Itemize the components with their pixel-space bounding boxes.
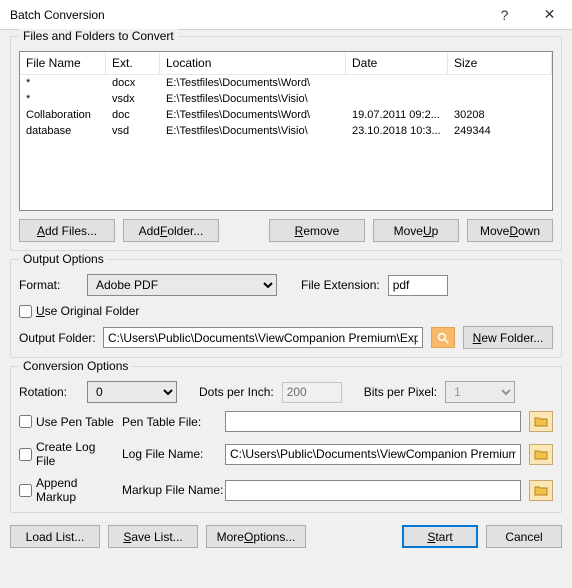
- new-folder-button[interactable]: New Folder...: [463, 326, 553, 349]
- create-log-checkbox[interactable]: Create Log File: [19, 440, 114, 468]
- more-options-button[interactable]: More Options...: [206, 525, 306, 548]
- titlebar: Batch Conversion ? ✕: [0, 0, 572, 30]
- pen-table-file-label: Pen Table File:: [122, 415, 217, 429]
- dpi-input: [282, 382, 342, 403]
- format-label: Format:: [19, 278, 79, 292]
- conversion-group: Conversion Options Rotation: 0 Dots per …: [10, 366, 562, 513]
- move-down-button[interactable]: Move Down: [467, 219, 553, 242]
- browse-log-file-button[interactable]: [529, 444, 553, 465]
- markup-file-input[interactable]: [225, 480, 521, 501]
- col-size[interactable]: Size: [448, 52, 552, 74]
- save-list-button[interactable]: Save List...: [108, 525, 198, 548]
- bpp-label: Bits per Pixel:: [364, 385, 437, 399]
- rotation-label: Rotation:: [19, 385, 79, 399]
- browse-markup-file-button[interactable]: [529, 480, 553, 501]
- col-filename[interactable]: File Name: [20, 52, 106, 74]
- log-file-input[interactable]: [225, 444, 521, 465]
- file-ext-label: File Extension:: [301, 278, 380, 292]
- output-group: Output Options Format: Adobe PDF File Ex…: [10, 259, 562, 358]
- markup-file-label: Markup File Name:: [122, 483, 217, 497]
- files-group: Files and Folders to Convert File Name E…: [10, 36, 562, 251]
- start-button[interactable]: Start: [402, 525, 478, 548]
- table-row[interactable]: database vsd E:\Testfiles\Documents\Visi…: [20, 123, 552, 139]
- col-date[interactable]: Date: [346, 52, 448, 74]
- cancel-button[interactable]: Cancel: [486, 525, 562, 548]
- table-row[interactable]: * vsdx E:\Testfiles\Documents\Visio\: [20, 91, 552, 107]
- help-button[interactable]: ?: [482, 0, 527, 30]
- search-icon: [437, 332, 449, 344]
- move-up-button[interactable]: Move Up: [373, 219, 459, 242]
- dialog-buttons: Load List... Save List... More Options..…: [10, 521, 562, 548]
- log-file-label: Log File Name:: [122, 447, 217, 461]
- output-legend: Output Options: [19, 252, 108, 266]
- output-folder-label: Output Folder:: [19, 331, 95, 345]
- dpi-label: Dots per Inch:: [199, 385, 274, 399]
- conversion-legend: Conversion Options: [19, 359, 132, 373]
- table-row[interactable]: Collaboration doc E:\Testfiles\Documents…: [20, 107, 552, 123]
- col-location[interactable]: Location: [160, 52, 346, 74]
- output-folder-input[interactable]: [103, 327, 423, 348]
- folder-icon: [534, 449, 548, 460]
- close-button[interactable]: ✕: [527, 0, 572, 30]
- remove-button[interactable]: Remove: [269, 219, 365, 242]
- browse-output-folder-button[interactable]: [431, 327, 455, 348]
- add-files-button[interactable]: Add Files...: [19, 219, 115, 242]
- table-row[interactable]: * docx E:\Testfiles\Documents\Word\: [20, 75, 552, 91]
- use-pen-table-checkbox[interactable]: Use Pen Table: [19, 415, 114, 429]
- folder-icon: [534, 416, 548, 427]
- append-markup-checkbox[interactable]: Append Markup: [19, 476, 114, 504]
- rotation-combo[interactable]: 0: [87, 381, 177, 403]
- bpp-combo: 1: [445, 381, 515, 403]
- add-folder-button[interactable]: Add Folder...: [123, 219, 219, 242]
- files-listview[interactable]: File Name Ext. Location Date Size * docx…: [19, 51, 553, 211]
- col-ext[interactable]: Ext.: [106, 52, 160, 74]
- window-title: Batch Conversion: [10, 8, 482, 22]
- browse-pen-table-button[interactable]: [529, 411, 553, 432]
- listview-body[interactable]: * docx E:\Testfiles\Documents\Word\ * vs…: [20, 75, 552, 139]
- pen-table-file-input[interactable]: [225, 411, 521, 432]
- load-list-button[interactable]: Load List...: [10, 525, 100, 548]
- folder-icon: [534, 485, 548, 496]
- listview-header[interactable]: File Name Ext. Location Date Size: [20, 52, 552, 75]
- files-legend: Files and Folders to Convert: [19, 29, 178, 43]
- file-ext-input[interactable]: [388, 275, 448, 296]
- use-original-folder-checkbox[interactable]: Use Original Folder: [19, 304, 139, 318]
- format-combo[interactable]: Adobe PDF: [87, 274, 277, 296]
